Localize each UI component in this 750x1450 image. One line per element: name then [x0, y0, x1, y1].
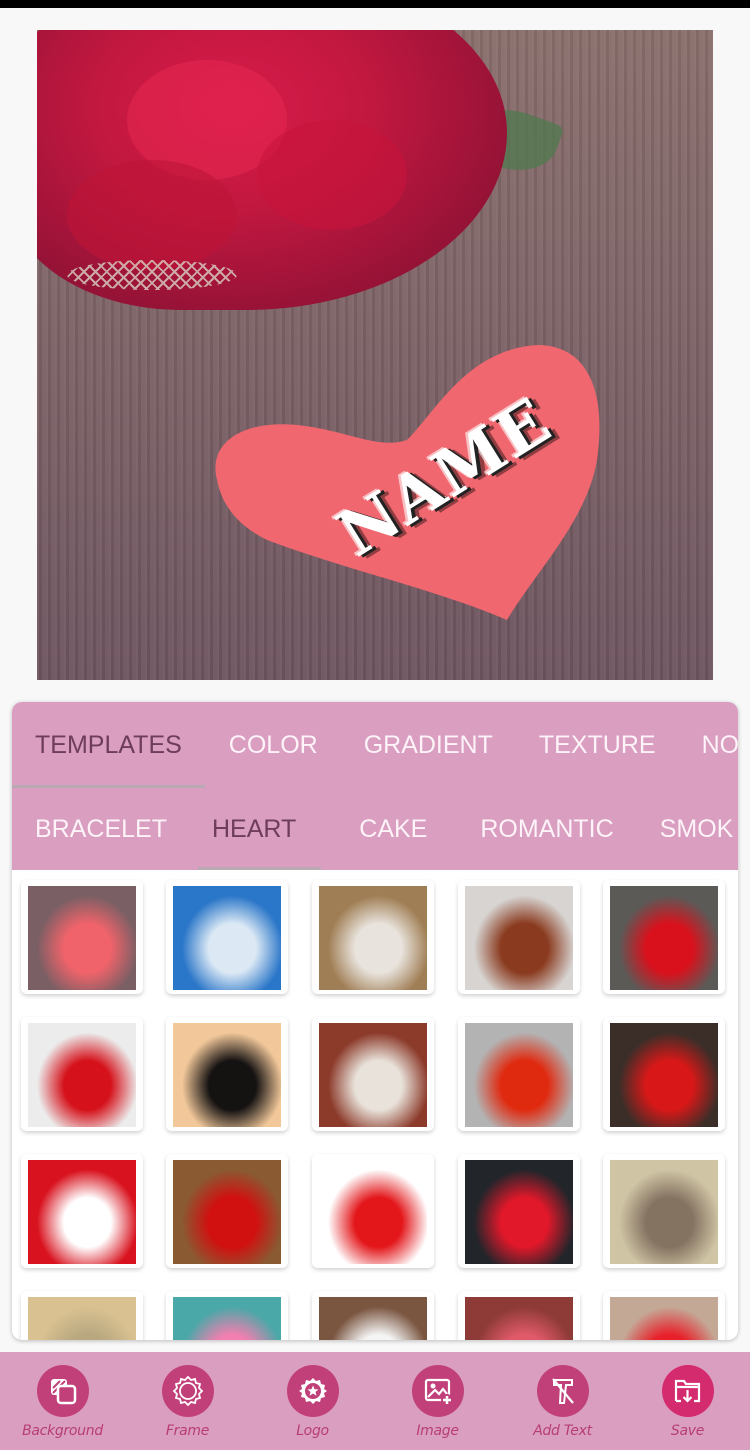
- template-thumbnail-for-you-hearts[interactable]: [21, 1154, 143, 1268]
- tab-heart[interactable]: HEART: [190, 788, 329, 870]
- logo-button[interactable]: Logo: [250, 1352, 375, 1450]
- template-image: [28, 886, 136, 990]
- template-image: [610, 886, 718, 990]
- template-thumbnail-polygon-red-heart[interactable]: [21, 1017, 143, 1131]
- template-thumbnail-leaf-heart[interactable]: [603, 1154, 725, 1268]
- image-button[interactable]: Image: [375, 1352, 500, 1450]
- tab-templates[interactable]: TEMPLATES: [12, 702, 205, 788]
- tab-bracelet[interactable]: BRACELET: [12, 788, 190, 870]
- template-image: [173, 1023, 281, 1127]
- template-thumbnail-patterned-red-hearts[interactable]: [603, 1017, 725, 1131]
- editor-canvas[interactable]: NAME: [37, 30, 713, 680]
- template-image: [465, 1297, 573, 1340]
- secondary-tabs: BRACELET HEART CAKE ROMANTIC SMOK: [12, 788, 738, 870]
- bottom-toolbar: Background Frame Logo Image Add Text Sav…: [0, 1352, 750, 1450]
- template-thumbnail-notebook-hearts[interactable]: [312, 1291, 434, 1340]
- add-text-label: Add Text: [533, 1423, 592, 1439]
- template-thumbnail-sparkle-heart-blue[interactable]: [166, 880, 288, 994]
- template-image: [465, 1023, 573, 1127]
- template-thumbnail-glowing-red-heart[interactable]: [458, 1017, 580, 1131]
- tab-bar: TEMPLATES COLOR GRADIENT TEXTURE NO BRAC…: [12, 702, 738, 870]
- template-thumbnail-hands-heart-sunset[interactable]: [166, 1017, 288, 1131]
- template-thumbnail-painted-heart-asphalt[interactable]: [458, 1154, 580, 1268]
- add-text-button[interactable]: Add Text: [500, 1352, 625, 1450]
- template-image: [610, 1297, 718, 1340]
- template-image: [173, 886, 281, 990]
- template-thumbnail-bokeh-hearts[interactable]: [458, 1291, 580, 1340]
- template-image: [319, 886, 427, 990]
- template-grid: [12, 870, 738, 1340]
- template-image: [28, 1297, 136, 1340]
- template-image: [465, 886, 573, 990]
- tab-romantic[interactable]: ROMANTIC: [457, 788, 636, 870]
- template-thumbnail-red-balloon-heart[interactable]: [312, 1154, 434, 1268]
- frame-badge-icon: [161, 1365, 214, 1417]
- template-image: [610, 1023, 718, 1127]
- frame-label: Frame: [165, 1423, 210, 1439]
- tab-no[interactable]: NO: [679, 702, 738, 788]
- background-button[interactable]: Background: [0, 1352, 125, 1450]
- template-thumbnail-wooden-heart-frame[interactable]: [312, 880, 434, 994]
- text-tool-icon: [536, 1365, 589, 1417]
- template-image: [28, 1023, 136, 1127]
- template-image: [173, 1160, 281, 1264]
- rose-wrapping: [67, 260, 237, 290]
- image-label: Image: [416, 1423, 459, 1439]
- template-thumbnail-stitched-red-heart[interactable]: [603, 880, 725, 994]
- template-image: [610, 1160, 718, 1264]
- background-label: Background: [22, 1423, 103, 1439]
- primary-tabs: TEMPLATES COLOR GRADIENT TEXTURE NO: [12, 702, 738, 788]
- logo-label: Logo: [296, 1423, 329, 1439]
- save-button[interactable]: Save: [625, 1352, 750, 1450]
- frame-button[interactable]: Frame: [125, 1352, 250, 1450]
- tab-cake[interactable]: CAKE: [329, 788, 457, 870]
- template-image: [319, 1297, 427, 1340]
- tab-texture[interactable]: TEXTURE: [516, 702, 679, 788]
- template-thumbnail-hanging-sign-garden[interactable]: [458, 880, 580, 994]
- template-thumbnail-rose-paper-heart[interactable]: [21, 880, 143, 994]
- template-thumbnail-paper-hearts-bokeh[interactable]: [166, 1154, 288, 1268]
- save-label: Save: [670, 1423, 705, 1439]
- template-thumbnail-gold-paper[interactable]: [21, 1291, 143, 1340]
- background-layers-icon: [36, 1365, 89, 1417]
- template-thumbnail-paper-hearts-beige[interactable]: [603, 1291, 725, 1340]
- template-image: [173, 1297, 281, 1340]
- template-thumbnail-white-wood-heart[interactable]: [312, 1017, 434, 1131]
- add-image-icon: [411, 1365, 464, 1417]
- tab-smoke[interactable]: SMOK: [637, 788, 738, 870]
- tab-color[interactable]: COLOR: [205, 702, 341, 788]
- template-image: [28, 1160, 136, 1264]
- tab-gradient[interactable]: GRADIENT: [341, 702, 516, 788]
- template-image: [319, 1160, 427, 1264]
- template-image: [465, 1160, 573, 1264]
- status-bar: [0, 0, 750, 8]
- template-image: [319, 1023, 427, 1127]
- template-thumbnail-pink-heart-teal[interactable]: [166, 1291, 288, 1340]
- template-panel: TEMPLATES COLOR GRADIENT TEXTURE NO BRAC…: [12, 702, 738, 1340]
- star-badge-icon: [286, 1365, 339, 1417]
- save-folder-icon: [661, 1365, 714, 1417]
